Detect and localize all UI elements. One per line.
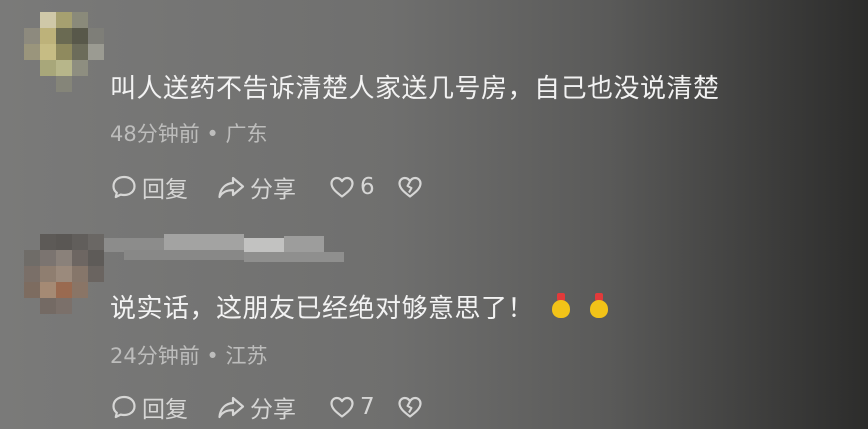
meta-separator: • <box>206 344 219 368</box>
heart-icon <box>330 396 354 418</box>
dislike-button[interactable] <box>396 172 424 202</box>
comment-time: 24分钟前 <box>110 344 200 368</box>
share-button[interactable]: 分享 <box>216 172 296 203</box>
like-button[interactable]: 7 <box>328 392 375 422</box>
reply-label: 回复 <box>142 177 188 203</box>
share-button[interactable]: 分享 <box>216 392 296 423</box>
comment-text-content: 说实话，这朋友已经绝对够意思了！ <box>110 294 535 324</box>
comment-meta: 48分钟前 • 广东 <box>110 118 268 148</box>
share-label: 分享 <box>250 397 296 423</box>
comment-text: 说实话，这朋友已经绝对够意思了！ <box>110 288 610 325</box>
like-count: 7 <box>360 394 375 420</box>
like-button[interactable]: 6 <box>328 172 375 202</box>
share-arrow-icon <box>218 396 245 419</box>
reply-label: 回复 <box>142 397 188 423</box>
broken-heart-icon <box>398 396 422 418</box>
avatar[interactable] <box>24 12 104 92</box>
like-count: 6 <box>360 174 375 200</box>
reply-button[interactable]: 回复 <box>110 172 188 203</box>
meta-separator: • <box>206 122 219 146</box>
share-arrow-icon <box>218 176 245 199</box>
comment-bubble-icon <box>112 175 136 199</box>
username-redacted <box>104 234 344 262</box>
broken-heart-icon <box>398 176 422 198</box>
comment-meta: 24分钟前 • 江苏 <box>110 340 268 370</box>
comment-text: 叫人送药不告诉清楚人家送几号房，自己也没说清楚 <box>110 74 720 104</box>
dislike-button[interactable] <box>396 392 424 422</box>
heart-icon <box>330 176 354 198</box>
comment-location: 广东 <box>225 122 268 146</box>
comment-bubble-icon <box>112 395 136 419</box>
comment-time: 48分钟前 <box>110 122 200 146</box>
comment-location: 江苏 <box>225 344 268 368</box>
reply-button[interactable]: 回复 <box>110 392 188 423</box>
avatar[interactable] <box>24 234 104 314</box>
gold-ingot-emoji <box>588 293 610 321</box>
share-label: 分享 <box>250 177 296 203</box>
gold-ingot-emoji <box>550 293 572 321</box>
